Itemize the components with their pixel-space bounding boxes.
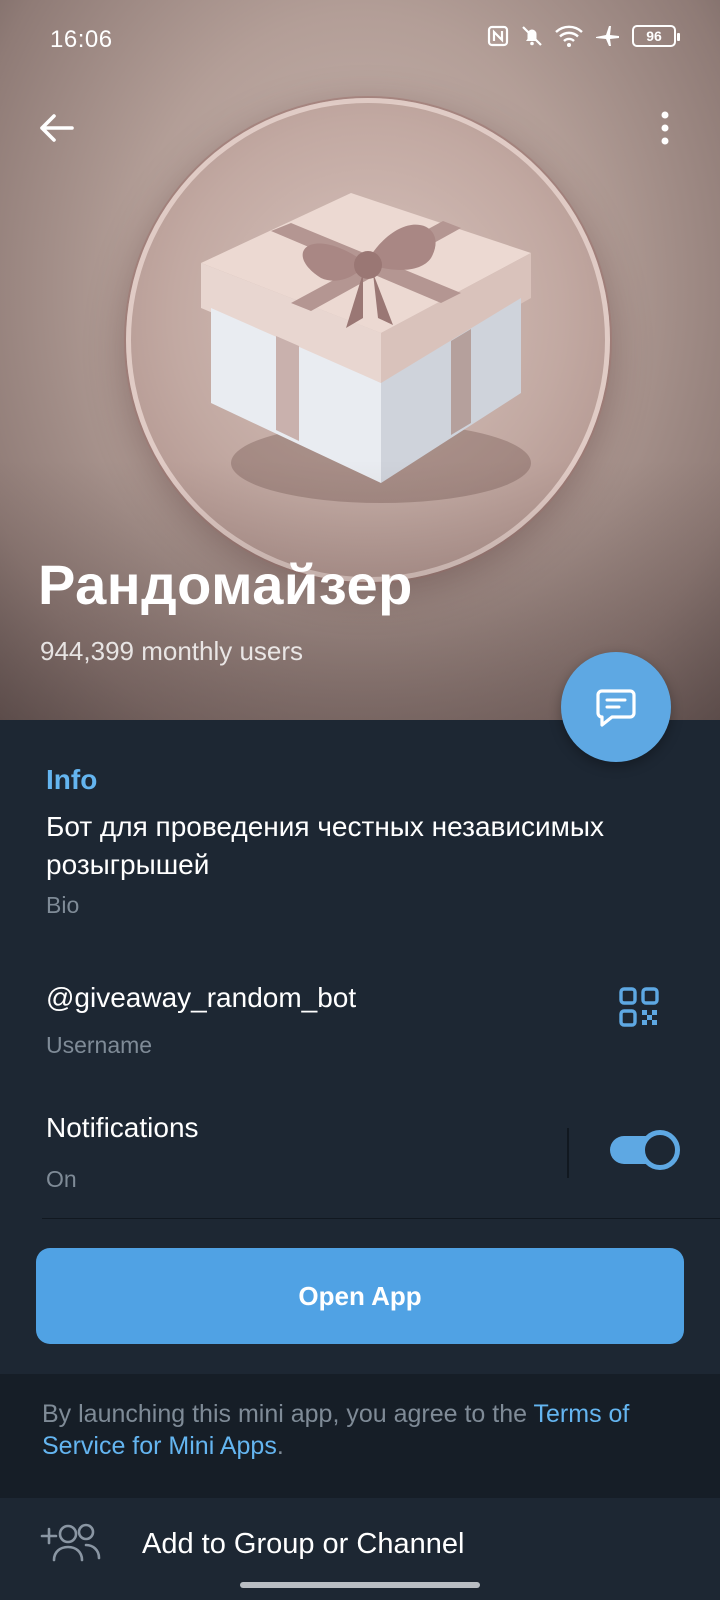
terms-suffix: . xyxy=(276,1432,284,1460)
nfc-icon xyxy=(486,24,510,48)
notifications-label[interactable]: Notifications xyxy=(46,1112,199,1144)
open-app-button[interactable]: Open App xyxy=(36,1248,684,1344)
battery-icon: 96 xyxy=(632,25,680,47)
terms-prefix: By launching this mini app, you agree to… xyxy=(42,1400,534,1428)
notifications-state: On xyxy=(46,1166,77,1192)
add-to-group-label: Add to Group or Channel xyxy=(142,1528,465,1560)
gift-box-image xyxy=(201,193,531,503)
status-icons: 96 xyxy=(486,24,680,48)
more-options-button[interactable] xyxy=(650,106,680,150)
airplane-icon xyxy=(594,24,622,48)
monthly-users: 944,399 monthly users xyxy=(40,636,304,666)
notifications-divider xyxy=(567,1128,569,1178)
terms-text: By launching this mini app, you agree to… xyxy=(42,1398,682,1462)
send-message-button[interactable] xyxy=(561,652,671,762)
profile-header: 16:06 96 Рандомайзер 944,399 monthly use… xyxy=(0,0,720,720)
username-text[interactable]: @giveaway_random_bot xyxy=(46,982,356,1014)
add-user-icon xyxy=(40,1523,101,1562)
qr-code-icon xyxy=(619,987,659,1027)
status-bar: 16:06 96 xyxy=(0,0,720,84)
row-divider xyxy=(42,1218,720,1219)
username-label: Username xyxy=(46,1032,153,1058)
back-button[interactable] xyxy=(30,106,82,150)
home-indicator[interactable] xyxy=(240,1582,480,1588)
bell-muted-icon xyxy=(520,24,544,48)
bot-name: Рандомайзер xyxy=(38,553,413,616)
status-time: 16:06 xyxy=(50,26,113,53)
toggle-knob xyxy=(640,1130,680,1170)
message-icon xyxy=(596,689,636,727)
notifications-toggle[interactable] xyxy=(610,1130,680,1170)
wifi-icon xyxy=(554,24,584,48)
bio-text[interactable]: Бот для проведения честных независимых р… xyxy=(46,808,606,884)
qr-code-button[interactable] xyxy=(614,982,664,1032)
terms-section: By launching this mini app, you agree to… xyxy=(0,1374,720,1498)
more-vertical-icon xyxy=(661,111,669,145)
bot-avatar xyxy=(126,98,610,582)
info-section: Info Бот для проведения честных независи… xyxy=(0,720,720,1370)
back-arrow-icon xyxy=(40,114,74,142)
info-header: Info xyxy=(46,764,98,795)
bio-label: Bio xyxy=(46,892,80,918)
